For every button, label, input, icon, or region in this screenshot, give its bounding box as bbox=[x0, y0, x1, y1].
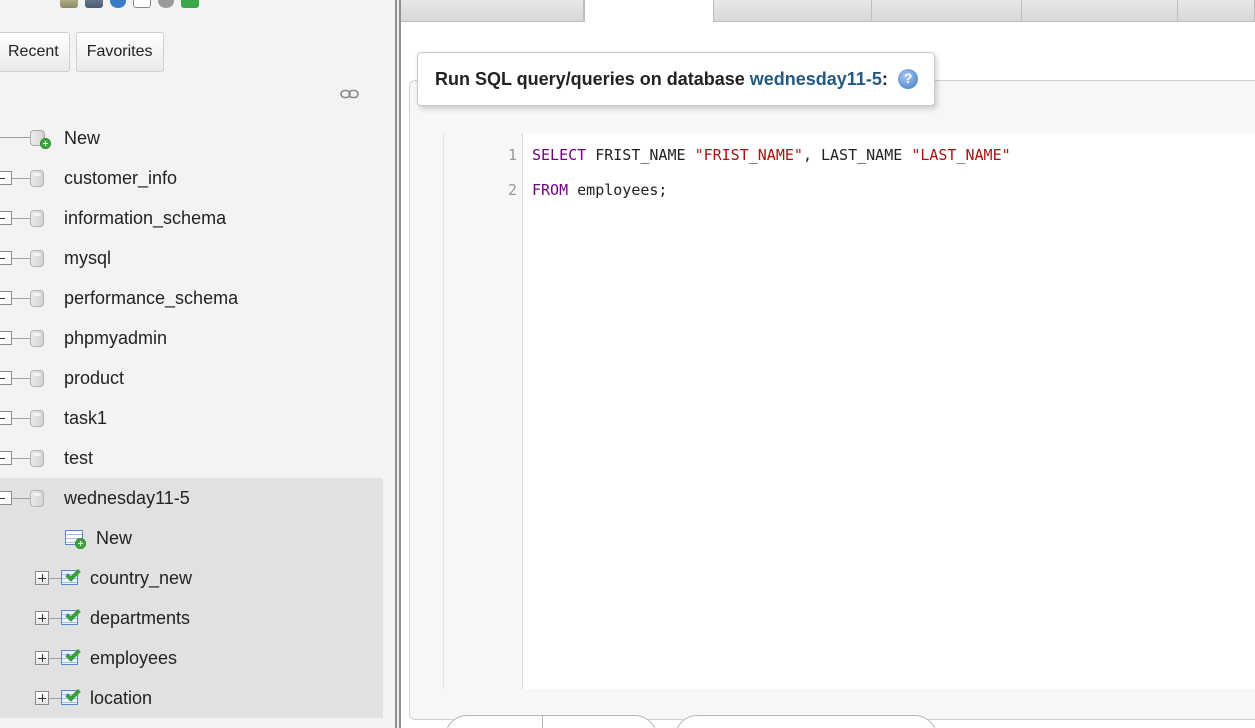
tree-item-database[interactable]: task1 bbox=[0, 398, 383, 438]
reload-icon[interactable] bbox=[181, 0, 199, 8]
tree-item-database[interactable]: product bbox=[0, 358, 383, 398]
expand-icon[interactable] bbox=[35, 651, 49, 665]
tree-item-label: information_schema bbox=[64, 207, 227, 228]
table-icon bbox=[61, 566, 81, 586]
tree-item-label: product bbox=[64, 367, 125, 388]
info-icon[interactable] bbox=[110, 0, 126, 8]
database-icon bbox=[30, 210, 44, 227]
expand-icon[interactable] bbox=[35, 611, 49, 625]
tree-item-table[interactable]: country_new bbox=[0, 558, 383, 598]
help-icon[interactable] bbox=[897, 69, 918, 89]
expand-icon[interactable] bbox=[0, 291, 12, 305]
table-icon bbox=[61, 606, 81, 626]
tree-item-new-table[interactable]: New bbox=[0, 518, 383, 558]
menu-tab[interactable] bbox=[1178, 0, 1255, 22]
line-number: 2 bbox=[507, 181, 517, 199]
expand-icon[interactable] bbox=[0, 411, 12, 425]
expand-icon[interactable] bbox=[0, 251, 12, 265]
database-icon bbox=[30, 450, 44, 467]
expand-icon[interactable] bbox=[35, 691, 49, 705]
table-icon bbox=[61, 686, 81, 706]
collapse-icon[interactable] bbox=[0, 491, 12, 505]
expand-icon[interactable] bbox=[0, 451, 12, 465]
database-icon bbox=[30, 370, 44, 387]
sidebar-toolbar bbox=[60, 0, 199, 14]
sql-string: "LAST_NAME" bbox=[911, 146, 1011, 164]
tree-item-label: location bbox=[90, 687, 153, 708]
expand-icon[interactable] bbox=[0, 211, 12, 225]
sql-token: , LAST_NAME bbox=[802, 146, 912, 164]
expand-icon[interactable] bbox=[0, 171, 12, 185]
tab-favorites[interactable]: Favorites bbox=[75, 32, 164, 72]
tree-item-database[interactable]: mysql bbox=[0, 238, 383, 278]
tree-item-database[interactable]: information_schema bbox=[0, 198, 383, 238]
main-content: Run SQL query/queries on database wednes… bbox=[401, 0, 1255, 728]
code-line[interactable]: SELECT FRIST_NAME "FRIST_NAME", LAST_NAM… bbox=[532, 146, 1011, 164]
tree-item-label: test bbox=[64, 447, 94, 468]
expand-icon[interactable] bbox=[35, 571, 49, 585]
tree-item-database[interactable]: test bbox=[0, 438, 383, 478]
tree-item-label: customer_info bbox=[64, 167, 178, 188]
tab-recent[interactable]: Recent bbox=[0, 32, 70, 72]
sidebar-tab-bar: Recent Favorites bbox=[0, 32, 164, 72]
tree-item-label: task1 bbox=[64, 407, 108, 428]
tree-item-label: departments bbox=[90, 607, 191, 628]
table-icon bbox=[61, 646, 81, 666]
menu-tab[interactable] bbox=[714, 0, 872, 22]
documentation-icon[interactable] bbox=[133, 0, 151, 8]
sql-token: employees; bbox=[568, 181, 668, 199]
tree-item-database[interactable]: customer_info bbox=[0, 158, 383, 198]
new-database-icon bbox=[30, 129, 51, 149]
sql-query-legend: Run SQL query/queries on database wednes… bbox=[417, 52, 935, 106]
tree-item-label: country_new bbox=[90, 567, 193, 588]
legend-colon: : bbox=[881, 68, 888, 89]
menu-tab-active[interactable] bbox=[584, 0, 714, 22]
sql-keyword: FROM bbox=[532, 181, 569, 199]
tree-item-database[interactable]: performance_schema bbox=[0, 278, 383, 318]
menu-tab[interactable] bbox=[872, 0, 1022, 22]
menu-tab[interactable] bbox=[1022, 0, 1178, 22]
editor-bottom-buttons bbox=[445, 715, 1245, 728]
sql-token: FRIST_NAME bbox=[586, 146, 695, 164]
settings-icon[interactable] bbox=[158, 0, 174, 8]
tree-item-table[interactable]: employees bbox=[0, 638, 383, 678]
database-name-link[interactable]: wednesday11-5 bbox=[750, 69, 882, 90]
database-icon bbox=[30, 290, 44, 307]
tree-item-label: employees bbox=[90, 647, 178, 668]
navigation-sidebar: Recent Favorites New customer_info infor… bbox=[0, 0, 395, 728]
database-icon[interactable] bbox=[85, 0, 103, 8]
tree-item-label: New bbox=[96, 527, 133, 548]
database-icon bbox=[30, 250, 44, 267]
link-icon[interactable] bbox=[340, 89, 359, 99]
tree-item-database[interactable]: phpmyadmin bbox=[0, 318, 383, 358]
line-number: 1 bbox=[507, 146, 517, 164]
query-action-button-group[interactable] bbox=[445, 715, 657, 728]
query-action-button[interactable] bbox=[675, 715, 937, 728]
tree-item-label: wednesday11-5 bbox=[64, 487, 190, 508]
expand-icon[interactable] bbox=[0, 331, 12, 345]
tree-item-new-database[interactable]: New bbox=[0, 118, 383, 158]
menu-tab[interactable] bbox=[401, 0, 584, 22]
database-icon bbox=[30, 170, 44, 187]
tree-item-label: phpmyadmin bbox=[64, 327, 168, 348]
expand-icon[interactable] bbox=[0, 371, 12, 385]
top-menu-tabs bbox=[401, 0, 1255, 22]
sql-string: "FRIST_NAME" bbox=[694, 146, 803, 164]
tree-item-label: New bbox=[64, 127, 101, 148]
tree-item-label: mysql bbox=[64, 247, 112, 268]
tree-item-database-selected[interactable]: wednesday11-5 bbox=[0, 478, 383, 518]
tree-item-label: performance_schema bbox=[64, 287, 239, 308]
new-table-icon bbox=[65, 529, 86, 549]
line-number-gutter: 1 2 bbox=[444, 133, 523, 689]
sql-keyword: SELECT bbox=[532, 146, 587, 164]
tree-item-table[interactable]: departments bbox=[0, 598, 383, 638]
database-icon bbox=[30, 410, 44, 427]
database-icon bbox=[30, 330, 44, 347]
code-line[interactable]: FROM employees; bbox=[532, 181, 667, 199]
sql-editor[interactable]: 1 2 SELECT FRIST_NAME "FRIST_NAME", LAST… bbox=[443, 133, 1255, 689]
tree-item-table[interactable]: location bbox=[0, 678, 383, 718]
database-icon bbox=[30, 490, 44, 507]
home-icon[interactable] bbox=[60, 0, 78, 8]
legend-text: Run SQL query/queries on database bbox=[435, 68, 745, 89]
